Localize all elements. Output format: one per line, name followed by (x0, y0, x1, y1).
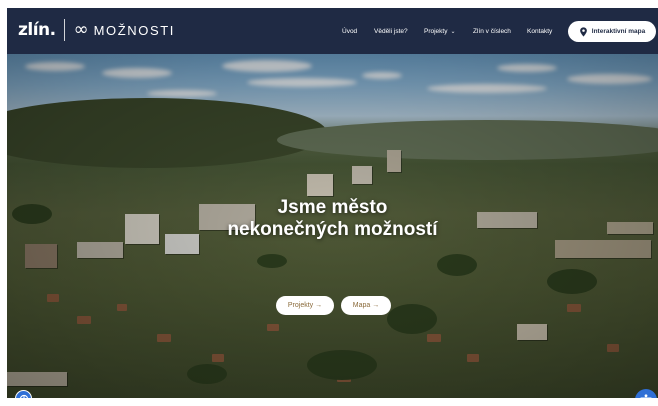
nav-item-projekty-label: Projekty (424, 27, 448, 35)
hero-section: Jsme město nekonečných možností Projekty… (7, 54, 658, 398)
logo-tagline: MOŽNOSTI (93, 22, 176, 38)
infinity-icon: ∞ (73, 19, 89, 40)
map-pin-icon (579, 26, 587, 37)
logo-word: zlín. (18, 20, 56, 40)
accessibility-icon (640, 393, 652, 398)
accessibility-settings-icon (19, 394, 28, 398)
nav-item-uvod[interactable]: Úvod (342, 28, 357, 35)
interactive-map-button[interactable]: Interaktivní mapa (568, 21, 656, 42)
site-header: zlín. ∞ MOŽNOSTI Úvod Věděli jste? Proje… (7, 8, 658, 54)
hero-title: Jsme město nekonečných možností (7, 197, 658, 241)
site-logo[interactable]: zlín. ∞ MOŽNOSTI (18, 19, 175, 41)
chevron-down-icon: ⌄ (450, 28, 456, 35)
logo-divider (63, 19, 65, 41)
mapa-button[interactable]: Mapa → (341, 296, 391, 315)
projekty-button[interactable]: Projekty → (276, 296, 334, 315)
nav-item-zlin-v-cislech[interactable]: Zlín v číslech (473, 28, 511, 35)
hero-title-line1: Jsme město (277, 197, 388, 218)
nav-item-kontakty[interactable]: Kontakty (527, 28, 552, 35)
nav-item-vedeli-jste[interactable]: Věděli jste? (374, 28, 408, 35)
nav-item-projekty[interactable]: Projekty ⌄ (424, 28, 456, 35)
hero-title-line2: nekonečných možností (227, 219, 438, 240)
interactive-map-label: Interaktivní mapa (591, 28, 646, 35)
page-frame: zlín. ∞ MOŽNOSTI Úvod Věděli jste? Proje… (7, 8, 658, 398)
